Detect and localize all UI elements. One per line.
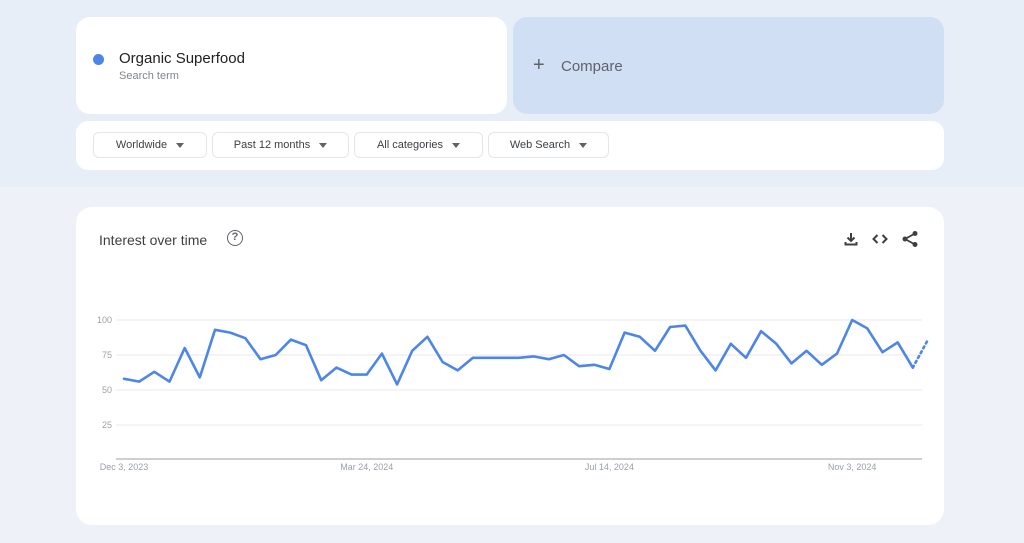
data-point[interactable] xyxy=(303,342,309,348)
partial-data-segment xyxy=(911,338,930,369)
data-point[interactable] xyxy=(637,334,643,340)
data-point[interactable] xyxy=(804,348,810,354)
data-point[interactable] xyxy=(622,330,628,336)
data-point[interactable] xyxy=(849,317,855,323)
y-tick-label: 75 xyxy=(102,350,112,360)
data-point[interactable] xyxy=(652,348,658,354)
data-point[interactable] xyxy=(349,372,355,378)
data-point[interactable] xyxy=(606,366,612,372)
data-point[interactable] xyxy=(470,355,476,361)
data-point[interactable] xyxy=(773,341,779,347)
data-point[interactable] xyxy=(864,325,870,331)
data-point[interactable] xyxy=(212,327,218,333)
data-point[interactable] xyxy=(713,367,719,373)
data-point[interactable] xyxy=(151,369,157,375)
data-point[interactable] xyxy=(910,365,916,371)
data-point[interactable] xyxy=(667,324,673,330)
data-point[interactable] xyxy=(880,349,886,355)
data-point[interactable] xyxy=(819,362,825,368)
data-point[interactable] xyxy=(834,351,840,357)
y-tick-label: 50 xyxy=(102,385,112,395)
data-point[interactable] xyxy=(682,323,688,329)
interest-line-chart: 25 50 75 100 Dec 3, 2023 Mar 24, 2024 Jul 14,… xyxy=(97,315,931,472)
x-tick-label: Dec 3, 2023 xyxy=(100,462,149,472)
data-point[interactable] xyxy=(121,376,127,382)
data-point[interactable] xyxy=(288,337,294,343)
data-point[interactable] xyxy=(197,374,203,380)
data-point[interactable] xyxy=(561,352,567,358)
series-lines xyxy=(121,317,931,387)
data-point[interactable] xyxy=(531,353,537,359)
data-point[interactable] xyxy=(394,381,400,387)
data-point[interactable] xyxy=(895,339,901,345)
data-point[interactable] xyxy=(136,379,142,385)
data-point[interactable] xyxy=(167,379,173,385)
data-point[interactable] xyxy=(576,363,582,369)
data-point[interactable] xyxy=(485,355,491,361)
data-point[interactable] xyxy=(455,367,461,373)
y-tick-label: 25 xyxy=(102,420,112,430)
data-point[interactable] xyxy=(273,352,279,358)
data-point[interactable] xyxy=(424,334,430,340)
data-point[interactable] xyxy=(743,355,749,361)
x-axis-ticks: Dec 3, 2023 Mar 24, 2024 Jul 14, 2024 Nov 3… xyxy=(100,462,877,472)
data-point[interactable] xyxy=(182,345,188,351)
data-point[interactable] xyxy=(925,337,931,343)
data-point[interactable] xyxy=(227,330,233,336)
data-point[interactable] xyxy=(697,348,703,354)
data-point[interactable] xyxy=(591,362,597,368)
data-point[interactable] xyxy=(788,360,794,366)
x-tick-label: Jul 14, 2024 xyxy=(585,462,634,472)
data-point[interactable] xyxy=(758,328,764,334)
y-axis-ticks: 25 50 75 100 xyxy=(97,315,112,430)
data-point[interactable] xyxy=(242,335,248,341)
data-point[interactable] xyxy=(728,341,734,347)
data-point[interactable] xyxy=(318,377,324,383)
data-point[interactable] xyxy=(258,356,264,362)
data-point[interactable] xyxy=(500,355,506,361)
data-point[interactable] xyxy=(379,351,385,357)
data-point[interactable] xyxy=(409,348,415,354)
data-point[interactable] xyxy=(546,356,552,362)
x-tick-label: Mar 24, 2024 xyxy=(340,462,393,472)
data-point[interactable] xyxy=(333,365,339,371)
data-point[interactable] xyxy=(364,372,370,378)
data-point[interactable] xyxy=(515,355,521,361)
x-tick-label: Nov 3, 2024 xyxy=(828,462,877,472)
y-tick-label: 100 xyxy=(97,315,112,325)
series-line xyxy=(122,318,915,386)
data-point[interactable] xyxy=(440,359,446,365)
